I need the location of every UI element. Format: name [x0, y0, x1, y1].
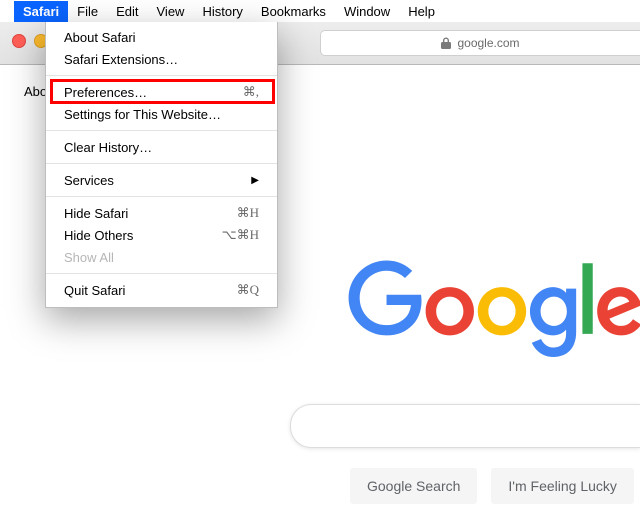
menu-file[interactable]: File: [68, 1, 107, 22]
menu-window[interactable]: Window: [335, 1, 399, 22]
submenu-arrow-icon: ▶: [251, 175, 259, 186]
menu-item-quit-safari[interactable]: Quit Safari ⌘Q: [46, 279, 277, 301]
page-content: Google Search I'm Feeling Lucky: [290, 64, 640, 510]
google-search-box-wrap: [290, 404, 640, 446]
google-logo: [346, 260, 640, 360]
menu-history[interactable]: History: [193, 1, 251, 22]
menu-item-clear-history[interactable]: Clear History…: [46, 136, 277, 158]
menu-item-services[interactable]: Services ▶: [46, 169, 277, 191]
menu-safari[interactable]: Safari: [14, 1, 68, 22]
menu-edit[interactable]: Edit: [107, 1, 147, 22]
google-search-input[interactable]: [290, 404, 640, 448]
safari-menu-dropdown: About Safari Safari Extensions… Preferen…: [45, 22, 278, 308]
menu-item-hide-safari[interactable]: Hide Safari ⌘H: [46, 202, 277, 224]
address-text: google.com: [457, 36, 519, 50]
menu-item-about-safari[interactable]: About Safari: [46, 26, 277, 48]
menu-separator: [46, 163, 277, 164]
menu-item-settings-for-website[interactable]: Settings for This Website…: [46, 103, 277, 125]
menu-item-preferences[interactable]: Preferences… ⌘,: [46, 81, 277, 103]
menu-view[interactable]: View: [148, 1, 194, 22]
menu-item-safari-extensions[interactable]: Safari Extensions…: [46, 48, 277, 70]
menu-item-show-all: Show All: [46, 246, 277, 268]
menu-separator: [46, 196, 277, 197]
close-window-button[interactable]: [12, 34, 26, 48]
lock-icon: [441, 37, 451, 49]
menubar: Safari File Edit View History Bookmarks …: [0, 0, 640, 22]
feeling-lucky-button[interactable]: I'm Feeling Lucky: [491, 468, 634, 504]
menu-separator: [46, 75, 277, 76]
menu-bookmarks[interactable]: Bookmarks: [252, 1, 335, 22]
page-text-fragment: Abo: [24, 84, 47, 99]
menu-help[interactable]: Help: [399, 1, 444, 22]
menu-separator: [46, 130, 277, 131]
menu-item-hide-others[interactable]: Hide Others ⌥⌘H: [46, 224, 277, 246]
address-bar[interactable]: google.com: [320, 30, 640, 56]
google-search-button[interactable]: Google Search: [350, 468, 477, 504]
menu-separator: [46, 273, 277, 274]
